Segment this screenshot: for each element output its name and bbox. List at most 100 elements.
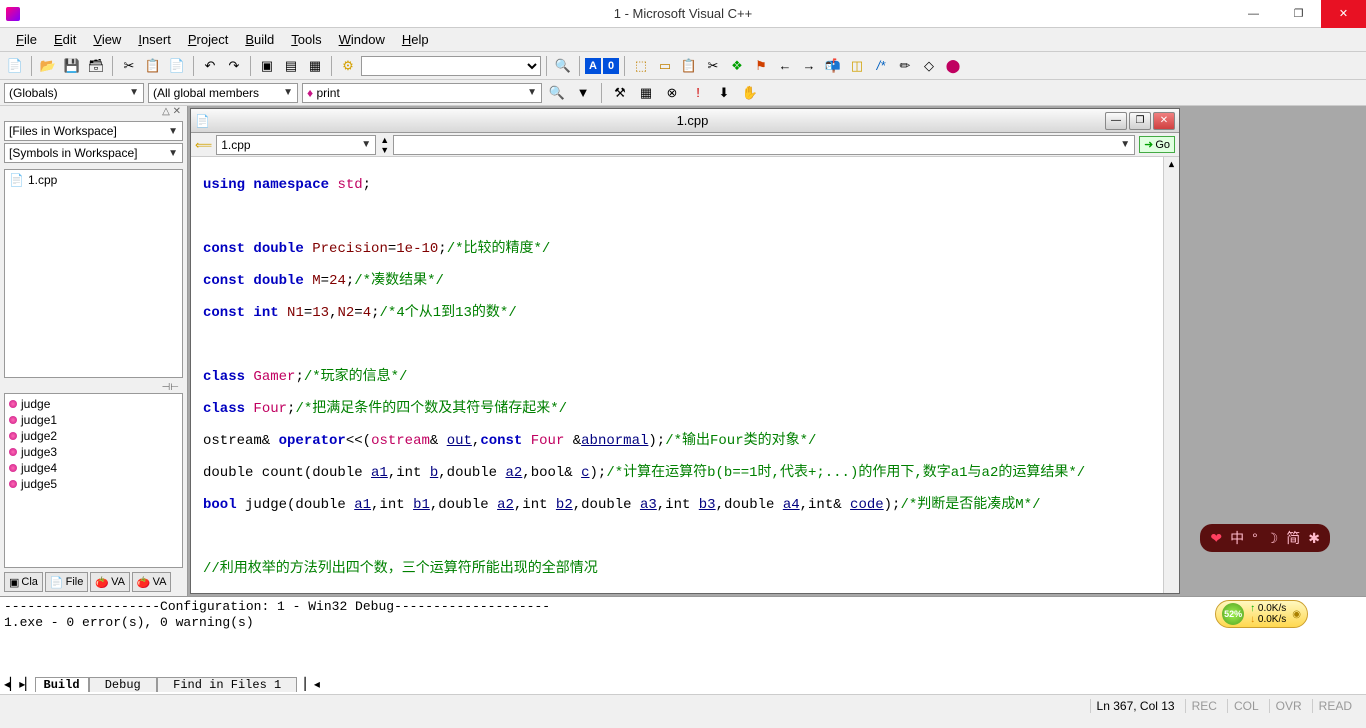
code-editor[interactable]: using namespace std; const double Precis… (191, 157, 1179, 593)
func-judge5[interactable]: judge5 (7, 476, 180, 492)
build-icon[interactable]: ▦ (635, 82, 657, 104)
menu-insert[interactable]: Insert (130, 30, 179, 49)
menu-edit[interactable]: Edit (46, 30, 84, 49)
copy-icon[interactable]: 📋 (142, 55, 164, 77)
menu-view[interactable]: View (85, 30, 129, 49)
badge-a: A (585, 58, 601, 74)
menu-file[interactable]: File (8, 30, 45, 49)
ime-lang[interactable]: 中 (1230, 528, 1244, 548)
editor-scrollbar[interactable]: ▴ (1163, 157, 1179, 593)
status-read: READ (1312, 699, 1358, 713)
maximize-button[interactable]: ❐ (1276, 0, 1321, 28)
ime-widget[interactable]: ❤ 中 ° ☽ 简 ✱ (1200, 524, 1330, 552)
tool9-icon[interactable]: /* (870, 55, 892, 77)
paste-icon[interactable]: 📄 (166, 55, 188, 77)
panel-pin-icon[interactable]: ⊣⊢ (0, 382, 187, 393)
editor-close[interactable]: ✕ (1153, 112, 1175, 130)
output-tab-debug[interactable]: Debug (89, 677, 157, 692)
arrow-left-icon[interactable]: ← (774, 55, 796, 77)
editor-nav: ⟸ 1.cpp▼ ▲▼ ▼ ➜Go (191, 133, 1179, 157)
tree-file-item[interactable]: 📄 1.cpp (7, 172, 180, 188)
ime-moon-icon[interactable]: ☽ (1266, 530, 1279, 547)
menu-build[interactable]: Build (237, 30, 282, 49)
tool6-icon[interactable]: ⚑ (750, 55, 772, 77)
nav-updown-icon[interactable]: ▲▼ (380, 135, 389, 155)
undo-icon[interactable]: ↶ (199, 55, 221, 77)
func-judge3[interactable]: judge3 (7, 444, 180, 460)
function-combo[interactable]: ♦ print▼ (302, 83, 542, 103)
func-judge[interactable]: judge (7, 396, 180, 412)
tool7-icon[interactable]: 📬 (822, 55, 844, 77)
go-button[interactable]: ➜Go (1139, 136, 1175, 153)
func-judge4[interactable]: judge4 (7, 460, 180, 476)
output-tab-find[interactable]: Find in Files 1 (157, 677, 297, 692)
tool8-icon[interactable]: ◫ (846, 55, 868, 77)
hand-icon[interactable]: ✋ (739, 82, 761, 104)
find-icon[interactable]: ⚙ (337, 55, 359, 77)
symbol-list[interactable]: judge judge1 judge2 judge3 judge4 judge5 (4, 393, 183, 568)
editor-minimize[interactable]: — (1105, 112, 1127, 130)
symbols-combo[interactable]: [Symbols in Workspace]▼ (4, 143, 183, 163)
close-button[interactable]: ✕ (1321, 0, 1366, 28)
saveall-icon[interactable]: 🗃 (85, 55, 107, 77)
files-combo[interactable]: [Files in Workspace]▼ (4, 121, 183, 141)
ime-mode[interactable]: 简 (1286, 528, 1300, 548)
find-combo[interactable] (361, 56, 541, 76)
menu-tools[interactable]: Tools (283, 30, 329, 49)
speed-menu-icon[interactable]: ◉ (1292, 609, 1301, 620)
panel-grip[interactable]: △ ✕ (0, 106, 187, 117)
tool4-icon[interactable]: ✂ (702, 55, 724, 77)
tab-va1[interactable]: 🍅 VA (90, 572, 130, 592)
save-icon[interactable]: 💾 (61, 55, 83, 77)
tool1-icon[interactable]: ⬚ (630, 55, 652, 77)
open-icon[interactable]: 📂 (37, 55, 59, 77)
menu-help[interactable]: Help (394, 30, 437, 49)
tool12-icon[interactable]: ⬤ (942, 55, 964, 77)
new-icon[interactable]: 📄 (4, 55, 26, 77)
workspace-tabs: ▣ Cla 📄 File 🍅 VA 🍅 VA (4, 572, 183, 592)
tool3-icon[interactable]: 📋 (678, 55, 700, 77)
editor-maximize[interactable]: ❐ (1129, 112, 1151, 130)
arrow-right-icon[interactable]: → (798, 55, 820, 77)
tool5-icon[interactable]: ❖ (726, 55, 748, 77)
ime-settings-icon[interactable]: ✱ (1308, 530, 1320, 547)
editor-titlebar[interactable]: 📄 1.cpp — ❐ ✕ (191, 109, 1179, 133)
windows-icon[interactable]: ▦ (304, 55, 326, 77)
tool2-icon[interactable]: ▭ (654, 55, 676, 77)
run-icon[interactable]: ! (687, 82, 709, 104)
tab-fileview[interactable]: 📄 File (45, 572, 88, 592)
tool10-icon[interactable]: ✏ (894, 55, 916, 77)
cut-icon[interactable]: ✂ (118, 55, 140, 77)
editor-file-combo[interactable]: 1.cpp▼ (216, 135, 376, 155)
menu-window[interactable]: Window (331, 30, 393, 49)
func-judge2[interactable]: judge2 (7, 428, 180, 444)
compile-icon[interactable]: ⚒ (609, 82, 631, 104)
stop-icon[interactable]: ⊗ (661, 82, 683, 104)
ctx-icon2[interactable]: ▼ (572, 82, 594, 104)
ctx-icon1[interactable]: 🔍 (546, 82, 568, 104)
menu-project[interactable]: Project (180, 30, 236, 49)
output-tab-build[interactable]: Build (35, 677, 89, 692)
tab-va2[interactable]: 🍅 VA (132, 572, 172, 592)
minimize-button[interactable]: — (1231, 0, 1276, 28)
tool11-icon[interactable]: ◇ (918, 55, 940, 77)
ime-punct-icon[interactable]: ° (1252, 530, 1258, 546)
workspace-icon[interactable]: ▣ (256, 55, 278, 77)
speed-down: ↓ 0.0K/s (1250, 614, 1286, 625)
redo-icon[interactable]: ↷ (223, 55, 245, 77)
go-icon[interactable]: ⬇ (713, 82, 735, 104)
file-tree[interactable]: 📄 1.cpp (4, 169, 183, 378)
output-scroll-left[interactable]: ◂▏▸▏ (4, 677, 35, 692)
output-icon[interactable]: ▤ (280, 55, 302, 77)
func-judge1[interactable]: judge1 (7, 412, 180, 428)
editor-symbol-combo[interactable]: ▼ (393, 135, 1135, 155)
nav-back-icon[interactable]: ⟸ (195, 138, 212, 152)
network-speed-widget[interactable]: 52% ↑ 0.0K/s ↓ 0.0K/s ◉ (1215, 600, 1308, 628)
members-combo[interactable]: (All global members▼ (148, 83, 298, 103)
wand-icon[interactable]: 🔍 (552, 55, 574, 77)
title-bar: 1 - Microsoft Visual C++ — ❐ ✕ (0, 0, 1366, 28)
output-panel[interactable]: --------------------Configuration: 1 - W… (0, 596, 1366, 694)
tab-classview[interactable]: ▣ Cla (4, 572, 43, 592)
output-scroll-right[interactable]: ▏◂ (297, 677, 327, 692)
scope-combo[interactable]: (Globals)▼ (4, 83, 144, 103)
